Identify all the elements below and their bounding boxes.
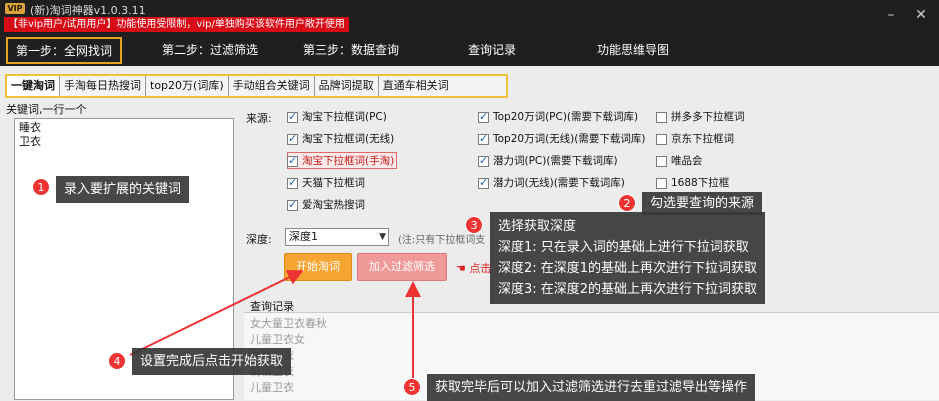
click-hint: ☚ 点击 xyxy=(456,262,492,275)
annotation-tip-4: 设置完成后点击开始获取 xyxy=(132,348,292,375)
check-icon xyxy=(287,131,298,147)
keyword-label: 关键词,一行一个 xyxy=(6,103,87,116)
nav-mindmap[interactable]: 功能思维导图 xyxy=(597,34,669,66)
main-nav: 第一步：全网找词 第二步：过滤筛选 第三步：数据查询 查询记录 功能思维导图 xyxy=(0,34,939,66)
minimize-button[interactable]: – xyxy=(880,6,902,24)
depth-label: 深度: xyxy=(246,233,272,246)
annotation-number: 2 xyxy=(618,194,636,212)
checkbox-potential-pc[interactable]: 潜力词(PC)(需要下载词库) xyxy=(478,152,645,170)
source-column-3: 拼多多下拉框词 京东下拉框词 唯品会 1688下拉框 xyxy=(656,108,745,192)
annotation-number: 5 xyxy=(403,378,421,396)
tab-brand-extract[interactable]: 品牌词提取 xyxy=(314,76,379,96)
check-icon xyxy=(478,175,489,191)
check-icon xyxy=(287,197,298,213)
source-column-1: 淘宝下拉框词(PC) 淘宝下拉框词(无线) 淘宝下拉框词(手淘) 天猫下拉框词 … xyxy=(287,108,394,214)
annotation-number: 1 xyxy=(32,178,50,196)
check-icon xyxy=(478,131,489,147)
vip-badge: VIP xyxy=(5,3,25,14)
source-column-2: Top20万词(PC)(需要下载词库) Top20万词(无线)(需要下载词库) … xyxy=(478,108,645,192)
checkbox-vip[interactable]: 唯品会 xyxy=(656,152,745,170)
annotation-tip-5: 获取完毕后可以加入过滤筛选进行去重过滤导出等操作 xyxy=(427,374,756,401)
depth-value: 深度1 xyxy=(289,230,318,243)
add-filter-button[interactable]: 加入过滤筛选 xyxy=(357,253,447,281)
vip-notice-banner: 【非vip用户/试用用户】功能使用受限制，vip/单独购买该软件用户敞开使用 xyxy=(4,17,349,32)
annotation-number: 3 xyxy=(465,216,483,234)
checkbox-top20w-pc[interactable]: Top20万词(PC)(需要下载词库) xyxy=(478,108,645,126)
title-bar: VIP (新)淘词神器v1.0.3.11 【非vip用户/试用用户】功能使用受限… xyxy=(0,0,939,34)
nav-step2-filter[interactable]: 第二步：过滤筛选 xyxy=(162,34,258,66)
checkbox-tmall[interactable]: 天猫下拉框词 xyxy=(287,174,394,192)
nav-step3-query[interactable]: 第三步：数据查询 xyxy=(303,34,399,66)
check-icon xyxy=(287,153,298,169)
pointing-hand-icon: ☚ xyxy=(456,262,466,275)
list-item[interactable]: 儿童卫衣 xyxy=(250,380,327,396)
list-item[interactable]: 儿童卫衣女 xyxy=(250,332,327,348)
annotation-tip-3: 选择获取深度 深度1: 只在录入词的基础上进行下拉词获取 深度2: 在深度1的基… xyxy=(490,212,766,304)
sub-tabs: 一键淘词 手淘每日热搜词 top20万(词库) 手动组合关键词 品牌词提取 直通… xyxy=(5,74,508,98)
check-icon xyxy=(478,153,489,169)
list-item[interactable]: 女大童卫衣春秋 xyxy=(250,316,327,332)
chevron-down-icon: ▼ xyxy=(379,232,386,242)
depth-select[interactable]: 深度1 ▼ xyxy=(285,228,389,246)
start-button[interactable]: 开始淘词 xyxy=(284,253,352,281)
annotation-number: 4 xyxy=(108,352,126,370)
close-button[interactable]: ✕ xyxy=(910,6,932,24)
source-label: 来源: xyxy=(246,112,272,125)
tab-one-click[interactable]: 一键淘词 xyxy=(7,76,60,96)
tab-ztc-related[interactable]: 直通车相关词 xyxy=(378,76,453,96)
checkbox-jd[interactable]: 京东下拉框词 xyxy=(656,130,745,148)
keyword-line: 睡衣 xyxy=(19,121,41,134)
checkbox-potential-wireless[interactable]: 潜力词(无线)(需要下载词库) xyxy=(478,174,645,192)
checkbox-empty-icon xyxy=(656,177,667,189)
check-icon xyxy=(287,175,298,191)
checkbox-pdd[interactable]: 拼多多下拉框词 xyxy=(656,108,745,126)
checkbox-taobao-wireless[interactable]: 淘宝下拉框词(无线) xyxy=(287,130,394,148)
checkbox-top20w-wireless[interactable]: Top20万词(无线)(需要下载词库) xyxy=(478,130,645,148)
nav-query-history[interactable]: 查询记录 xyxy=(468,34,516,66)
keyword-line: 卫衣 xyxy=(19,135,41,148)
app-title: (新)淘词神器v1.0.3.11 xyxy=(30,4,146,17)
checkbox-1688[interactable]: 1688下拉框 xyxy=(656,174,745,192)
check-icon xyxy=(478,109,489,125)
nav-step1-find-words[interactable]: 第一步：全网找词 xyxy=(6,37,123,64)
checkbox-empty-icon xyxy=(656,155,667,167)
checkbox-ai-taobao[interactable]: 爱淘宝热搜词 xyxy=(287,196,394,214)
checkbox-empty-icon xyxy=(656,111,667,123)
annotation-tip-1: 录入要扩展的关键词 xyxy=(56,176,190,203)
check-icon xyxy=(287,109,298,125)
checkbox-taobao-mobile[interactable]: 淘宝下拉框词(手淘) xyxy=(287,152,394,170)
history-label: 查询记录 xyxy=(250,300,294,313)
tab-manual-combine[interactable]: 手动组合关键词 xyxy=(228,76,315,96)
checkbox-taobao-pc[interactable]: 淘宝下拉框词(PC) xyxy=(287,108,394,126)
tab-daily-hot[interactable]: 手淘每日热搜词 xyxy=(60,76,146,96)
tab-top20w[interactable]: top20万(词库) xyxy=(146,76,229,96)
checkbox-empty-icon xyxy=(656,133,667,145)
